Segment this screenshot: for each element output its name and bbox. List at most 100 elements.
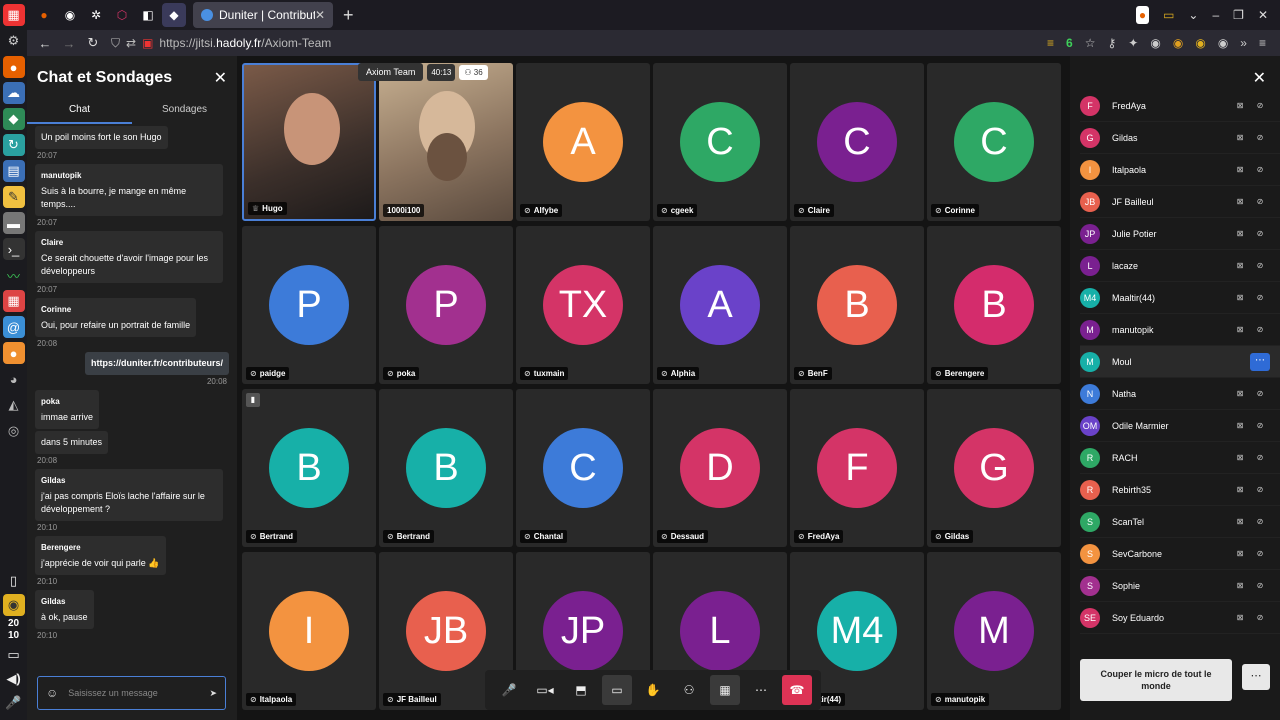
tracker-icon[interactable]: ≡: [1047, 36, 1054, 50]
files-icon[interactable]: ▬: [2, 212, 25, 234]
weather-icon[interactable]: ☁: [2, 82, 25, 104]
send-icon[interactable]: ➤: [209, 688, 217, 699]
participant-item[interactable]: M Moul ⋯: [1080, 346, 1280, 378]
participant-item[interactable]: SE Soy Eduardo ⊠ ⊘: [1080, 602, 1280, 634]
participant-tile[interactable]: C ⊘ Claire: [790, 63, 924, 221]
chat-input[interactable]: ☺ Saisissez un message ➤: [37, 676, 226, 710]
menu-icon[interactable]: ≡: [1259, 36, 1266, 50]
mail-icon[interactable]: @: [2, 316, 25, 338]
pinned-tab-icon[interactable]: ◧: [136, 3, 160, 27]
forward-button[interactable]: →: [57, 36, 81, 51]
volume-icon[interactable]: ◀): [3, 668, 25, 690]
clipboard-icon[interactable]: ▯: [3, 570, 25, 592]
participant-item[interactable]: N Natha ⊠ ⊘: [1080, 378, 1280, 410]
mute-all-button[interactable]: Couper le micro de tout le monde: [1080, 659, 1232, 701]
participant-tile[interactable]: P ⊘ paidge: [242, 226, 376, 384]
tile-view-button[interactable]: ▦: [710, 675, 740, 705]
participant-item[interactable]: JB JF Bailleul ⊠ ⊘: [1080, 186, 1280, 218]
notification-icon[interactable]: ◉: [2, 594, 25, 616]
participant-item[interactable]: F FredAya ⊠ ⊘: [1080, 90, 1280, 122]
url-bar[interactable]: ⛉ ⇄ ▣ https://jitsi.hadoly.fr/Axiom-Team: [111, 36, 331, 51]
extension-icon[interactable]: ●: [1135, 6, 1150, 24]
pinned-tab-icon[interactable]: ◆: [162, 3, 186, 27]
participants-button[interactable]: ⚇: [674, 675, 704, 705]
participant-item[interactable]: S ScanTel ⊠ ⊘: [1080, 506, 1280, 538]
close-icon[interactable]: ✕: [1253, 68, 1266, 88]
book-icon[interactable]: ▤: [2, 160, 25, 182]
maximize-icon[interactable]: ❐: [1233, 8, 1244, 22]
participant-tile[interactable]: A ⊘ Alfybe: [516, 63, 650, 221]
key-icon[interactable]: ⚷: [1108, 36, 1117, 50]
participant-tile[interactable]: ♕ Hugo: [242, 63, 376, 221]
participant-tile[interactable]: G ⊘ Gildas: [927, 389, 1061, 547]
firefox-icon[interactable]: ●: [2, 56, 25, 78]
emoji-icon[interactable]: ☺: [46, 686, 58, 700]
chevron-down-icon[interactable]: ⌄: [1188, 8, 1198, 22]
extension-icon[interactable]: ✦: [1128, 36, 1138, 50]
close-window-icon[interactable]: ✕: [1258, 8, 1268, 22]
apps-menu-icon[interactable]: ▦: [2, 4, 25, 26]
app-icon[interactable]: ◆: [2, 108, 25, 130]
participant-tile[interactable]: A ⊘ Alphia: [653, 226, 787, 384]
pinned-tab-icon[interactable]: ✲: [84, 3, 108, 27]
back-button[interactable]: ←: [33, 36, 57, 51]
media-icon[interactable]: ●: [2, 342, 25, 364]
participant-tile[interactable]: C ⊘ Corinne: [927, 63, 1061, 221]
globe-icon[interactable]: ◎: [3, 420, 25, 442]
participant-item[interactable]: Mmanutopik ⊠ ⊘: [1080, 314, 1280, 346]
monitor-icon[interactable]: 〰: [3, 264, 25, 286]
calendar-icon[interactable]: ▦: [2, 290, 25, 312]
participant-item[interactable]: G Gildas ⊠ ⊘: [1080, 122, 1280, 154]
pinned-tab-icon[interactable]: ◉: [58, 3, 82, 27]
notes-icon[interactable]: ✎: [2, 186, 25, 208]
participant-tile[interactable]: B ⊘ Berengere: [927, 226, 1061, 384]
participant-tile[interactable]: B ▮ ⊘ Bertrand: [242, 389, 376, 547]
new-tab-button[interactable]: +: [343, 5, 354, 26]
settings-icon[interactable]: ⚙: [3, 30, 25, 52]
extension-icon[interactable]: ◉: [1218, 36, 1228, 50]
tab-polls[interactable]: Sondages: [132, 100, 237, 124]
participant-more-button[interactable]: ⋯: [1250, 352, 1270, 371]
message-link[interactable]: https://duniter.fr/contributeurs/: [91, 358, 223, 368]
participant-item[interactable]: S Sophie ⊠ ⊘: [1080, 570, 1280, 602]
camera-permission-icon[interactable]: ▣: [142, 36, 153, 50]
participant-tile[interactable]: B ⊘ BenF: [790, 226, 924, 384]
gimp-icon[interactable]: ◕: [3, 368, 25, 390]
participant-count-badge[interactable]: ⚇ 36: [459, 64, 488, 80]
extension-icon[interactable]: ◉: [1195, 36, 1205, 50]
mic-icon[interactable]: 🎤: [3, 692, 25, 714]
more-extensions-icon[interactable]: »: [1240, 36, 1247, 50]
participant-tile[interactable]: D ⊘ Dessaud: [653, 389, 787, 547]
participant-tile[interactable]: C ⊘ Chantal: [516, 389, 650, 547]
permissions-icon[interactable]: ⇄: [126, 36, 136, 50]
pinned-tab-icon[interactable]: ⬡: [110, 3, 134, 27]
participant-item[interactable]: OM Odile Marmier ⊠ ⊘: [1080, 410, 1280, 442]
participant-item[interactable]: Llacaze ⊠ ⊘: [1080, 250, 1280, 282]
participant-tile[interactable]: P ⊘ poka: [379, 226, 513, 384]
minimize-icon[interactable]: –: [1212, 8, 1219, 22]
screenshare-button[interactable]: ⬒: [566, 675, 596, 705]
tab-chat[interactable]: Chat: [27, 100, 132, 124]
reload-button[interactable]: ↻: [81, 35, 105, 51]
inkscape-icon[interactable]: ◭: [3, 394, 25, 416]
participant-item[interactable]: I Italpaola ⊠ ⊘: [1080, 154, 1280, 186]
camera-button[interactable]: ▭◂: [530, 675, 560, 705]
extension-icon[interactable]: ◉: [1173, 36, 1183, 50]
active-tab[interactable]: Duniter | Contributeurs ✕: [193, 2, 333, 28]
participant-tile[interactable]: TX ⊘ tuxmain: [516, 226, 650, 384]
close-icon[interactable]: ✕: [214, 68, 227, 88]
more-options-button[interactable]: ⋯: [746, 675, 776, 705]
participant-item[interactable]: R RACH ⊠ ⊘: [1080, 442, 1280, 474]
bookmark-icon[interactable]: ☆: [1085, 36, 1096, 50]
raise-hand-button[interactable]: ✋: [638, 675, 668, 705]
hangup-button[interactable]: ☎: [782, 675, 812, 705]
participant-item[interactable]: R Rebirth35 ⊠ ⊘: [1080, 474, 1280, 506]
sync-icon[interactable]: ↻: [2, 134, 25, 156]
participant-tile[interactable]: ▮1000i100: [379, 63, 513, 221]
tab-close-icon[interactable]: ✕: [315, 8, 325, 22]
participant-tile[interactable]: M ⊘ manutopik: [927, 552, 1061, 710]
participant-tile[interactable]: B ⊘ Bertrand: [379, 389, 513, 547]
more-options-button[interactable]: ⋯: [1242, 664, 1270, 690]
participant-tile[interactable]: I ⊘ Italpaola: [242, 552, 376, 710]
connection-quality-icon[interactable]: ▮: [246, 393, 260, 407]
